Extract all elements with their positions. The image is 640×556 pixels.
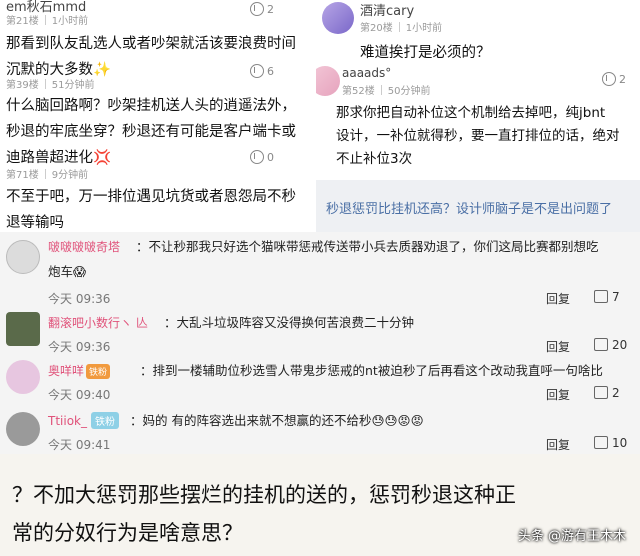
- like-icon: [250, 2, 264, 16]
- comment-meta: 第39楼 51分钟前: [6, 76, 94, 91]
- username[interactable]: 啵啵啵啵奇塔: [48, 238, 120, 255]
- reply-button[interactable]: 回复: [546, 436, 570, 453]
- username[interactable]: 奥咩咩 铁粉: [48, 362, 111, 379]
- list-item: 奥咩咩 铁粉 ：排到一楼辅助位秒选雪人带鬼步惩戒的nt被迫秒了后再看这个改动我直呼…: [0, 358, 640, 406]
- left-comment-panel: em秋石mmd 第21楼 1小时前 2 那看到队友乱选人或者吵架就活该要浪费时间…: [0, 0, 316, 232]
- like-count: 20: [612, 338, 628, 352]
- timestamp: 50分钟前: [387, 86, 431, 97]
- like-count: 0: [267, 150, 274, 164]
- caption-line: 常的分奴行为是啥意思？: [12, 521, 243, 545]
- caption-banner: ？不加大惩罚那些摆烂的挂机的送的，惩罚秒退这种正 常的分奴行为是啥意思？ 头条 …: [0, 454, 640, 556]
- comment-item: 第39楼 51分钟前 6 什么脑回路啊？吵架挂机送人头的逍遥法外， 秒退的牢底坐…: [0, 64, 316, 166]
- fan-badge: 铁粉: [86, 364, 111, 379]
- username[interactable]: 翻滚吧小数行ヽ 亾: [48, 314, 148, 331]
- comment-meta: 第21楼 1小时前: [6, 12, 88, 27]
- strip-text: 秒退惩罚比挂机还高？设计师脑子是不是出问题了: [326, 202, 613, 217]
- timestamp: 今天 09:36: [48, 340, 111, 354]
- comment-line: 不止补位3次: [336, 151, 413, 167]
- like-button[interactable]: 0: [250, 150, 274, 164]
- like-count: 10: [612, 436, 628, 450]
- floor-number: 第39楼: [6, 80, 39, 91]
- avatar[interactable]: [6, 240, 40, 274]
- comment-line: 退等输吗: [6, 215, 64, 231]
- divider: [398, 21, 400, 32]
- like-count: 6: [267, 64, 274, 78]
- thumbs-up-icon[interactable]: [594, 290, 608, 303]
- like-icon: [250, 150, 264, 164]
- comment-text: 不至于吧，万一排位遇见坑货或者恩怨局不秒 退等输吗: [0, 184, 296, 232]
- highlight-strip: 秒退惩罚比挂机还高？设计师脑子是不是出问题了: [316, 180, 640, 232]
- username-text: Ttiiok_: [48, 414, 87, 428]
- divider: [44, 168, 46, 179]
- divider: [44, 14, 46, 25]
- divider: [380, 84, 382, 95]
- comment-line: 秒退的牢底坐穿？秒退还有可能是客户端卡或: [6, 124, 296, 140]
- floor-number: 第20楼: [360, 23, 393, 34]
- thumbs-up-icon[interactable]: [594, 338, 608, 351]
- floor-number: 第52楼: [342, 86, 375, 97]
- list-item: Ttiiok_ 铁粉 ：妈的 有的阵容选出来就不想赢的还不给秒😓😓😡😡 今天 09…: [0, 406, 640, 454]
- avatar[interactable]: [316, 66, 340, 96]
- like-icon: [602, 72, 616, 86]
- like-count: 2: [267, 2, 274, 16]
- divider: [44, 78, 46, 89]
- comment-text: 难道挨打是必须的？: [360, 45, 491, 61]
- timestamp: 今天 09:36: [48, 292, 111, 306]
- avatar[interactable]: [6, 312, 40, 346]
- list-item: 翻滚吧小数行ヽ 亾 ：大乱斗垃圾阵容又没得换何苦浪费二十分钟 今天 09:36 …: [0, 310, 640, 356]
- like-count: 7: [612, 290, 620, 304]
- avatar[interactable]: [322, 2, 354, 34]
- timestamp: 1小时前: [51, 16, 89, 27]
- username-text: 奥咩咩: [48, 364, 85, 378]
- comment-line: 设计，一补位就得秒，要一直打排位的话，绝对: [336, 128, 620, 144]
- timestamp: 51分钟前: [51, 80, 95, 91]
- timestamp: 1小时前: [405, 23, 443, 34]
- comment-line: 炮车😱: [48, 264, 87, 279]
- comment-text: 那求你把自动补位这个机制给去掉吧，纯jbnt 设计，一补位就得秒，要一直打排位的…: [330, 102, 620, 171]
- reply-list-panel: 啵啵啵啵奇塔 ：不让秒那我只好选个猫咪带惩戒传送带小兵去质器劝退了，你们这局比赛…: [0, 232, 640, 454]
- like-button[interactable]: 2: [250, 2, 274, 16]
- comment-line: ：妈的 有的阵容选出来就不想赢的还不给秒😓😓😡😡: [130, 413, 424, 428]
- comment-item: 第71楼 9分钟前 0 不至于吧，万一排位遇见坑货或者恩怨局不秒 退等输吗: [0, 150, 316, 232]
- comment-line: ：大乱斗垃圾阵容又没得换何苦浪费二十分钟: [164, 315, 415, 330]
- like-button[interactable]: 2: [602, 72, 626, 86]
- thumbs-up-icon[interactable]: [594, 386, 608, 399]
- timestamp: 9分钟前: [51, 170, 89, 181]
- thumbs-up-icon[interactable]: [594, 436, 608, 449]
- comment-meta: 第52楼 50分钟前: [342, 82, 430, 97]
- floor-number: 第21楼: [6, 16, 39, 27]
- comment-line: 那求你把自动补位这个机制给去掉吧，纯jbnt: [336, 105, 606, 121]
- caption-line: ？不加大惩罚那些摆烂的挂机的送的，惩罚秒退这种正: [12, 483, 516, 507]
- like-count: 2: [612, 386, 620, 400]
- timestamp: 今天 09:41: [48, 438, 111, 452]
- fan-badge: 铁粉: [91, 412, 119, 429]
- comment-meta: 第20楼 1小时前: [360, 19, 442, 34]
- like-icon: [250, 64, 264, 78]
- avatar[interactable]: [6, 412, 40, 446]
- comment-line: ：排到一楼辅助位秒选雪人带鬼步惩戒的nt被迫秒了后再看这个改动我直呼一句啥比: [140, 363, 603, 378]
- like-button[interactable]: 6: [250, 64, 274, 78]
- comment-line: 不至于吧，万一排位遇见坑货或者恩怨局不秒: [6, 189, 296, 205]
- reply-button[interactable]: 回复: [546, 290, 570, 307]
- comment-line: 那看到队友乱选人或者吵架就活该要浪费时间: [6, 36, 296, 52]
- username[interactable]: 酒清cary: [360, 0, 414, 19]
- reply-button[interactable]: 回复: [546, 386, 570, 403]
- reply-button[interactable]: 回复: [546, 338, 570, 355]
- username[interactable]: Ttiiok_ 铁粉: [48, 412, 119, 429]
- username[interactable]: aaaads°: [342, 66, 391, 80]
- comment-meta: 第71楼 9分钟前: [6, 166, 88, 181]
- timestamp: 今天 09:40: [48, 388, 111, 402]
- list-item: 啵啵啵啵奇塔 ：不让秒那我只好选个猫咪带惩戒传送带小兵去质器劝退了，你们这局比赛…: [0, 232, 640, 310]
- watermark: 头条 @游有王木木: [517, 529, 626, 544]
- floor-number: 第71楼: [6, 170, 39, 181]
- like-count: 2: [619, 72, 626, 86]
- comment-line: 什么脑回路啊？吵架挂机送人头的逍遥法外，: [6, 98, 296, 114]
- comment-line: ：不让秒那我只好选个猫咪带惩戒传送带小兵去质器劝退了，你们这局比赛都别想吃: [136, 239, 599, 254]
- right-comment-panel: 酒清cary 第20楼 1小时前 难道挨打是必须的？ aaaads° 第52楼 …: [316, 0, 640, 180]
- avatar[interactable]: [6, 360, 40, 394]
